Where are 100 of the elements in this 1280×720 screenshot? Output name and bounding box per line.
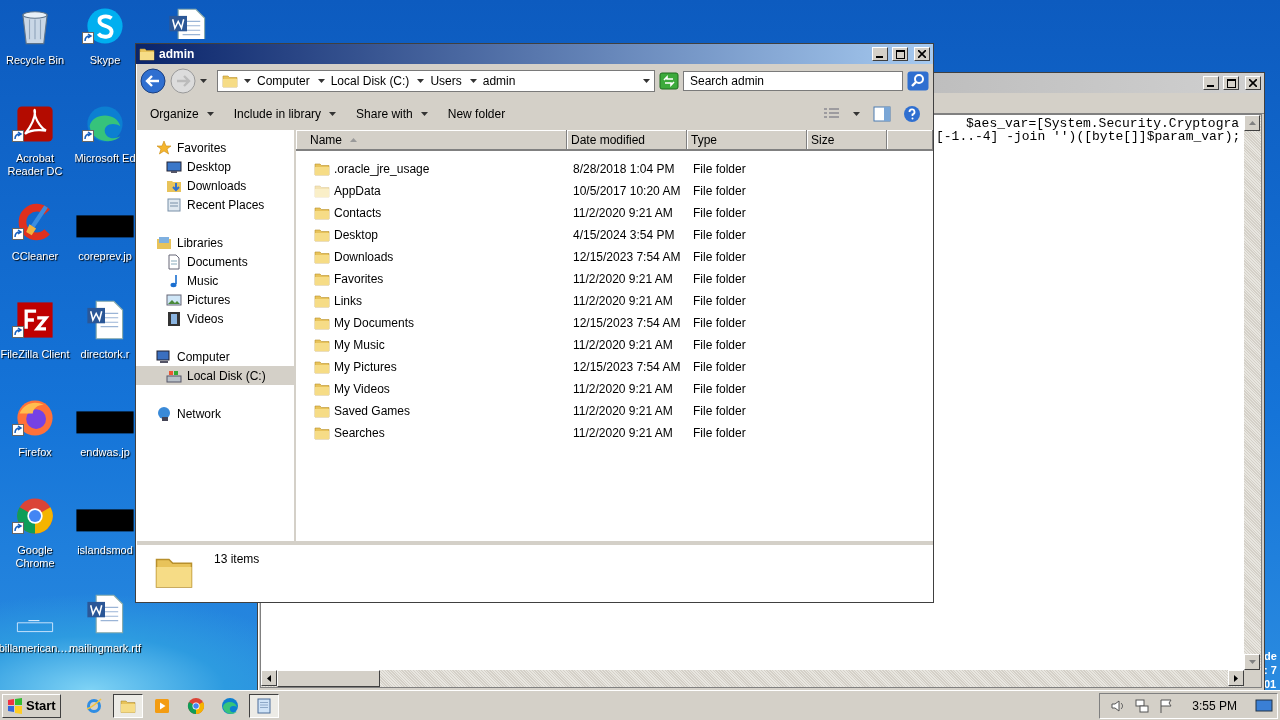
icon-label: directork.r	[80, 348, 130, 361]
close-button[interactable]	[914, 47, 930, 61]
date-cell-text: 4/15/2024 3:54 PM	[572, 228, 676, 242]
file-name[interactable]: Contacts	[334, 206, 382, 220]
date-cell-text: 11/2/2020 9:21 AM	[572, 206, 674, 220]
search-field[interactable]: Search admin	[683, 71, 903, 91]
file-name[interactable]: Desktop	[334, 228, 379, 242]
nav-item[interactable]: Pictures	[136, 290, 294, 309]
maximize-button[interactable]	[1223, 76, 1239, 90]
icon-label: Google Chrome	[14, 544, 56, 570]
scroll-up-button[interactable]	[1244, 115, 1260, 131]
file-name[interactable]: .oracle_jre_usage	[334, 162, 430, 176]
nav-item[interactable]: Documents	[136, 252, 294, 271]
nav-item[interactable]: Videos	[136, 309, 294, 328]
file-name[interactable]: Saved Games	[334, 404, 411, 418]
breadcrumb[interactable]: Users	[415, 74, 464, 88]
nav-item[interactable]: Libraries	[136, 233, 294, 252]
caret-icon	[317, 79, 325, 83]
icon-label: : 7	[1264, 663, 1277, 677]
vertical-scrollbar[interactable]	[1244, 115, 1261, 670]
file-name[interactable]: AppData	[334, 184, 381, 198]
date-cell-text: 8/28/2018 1:04 PM	[572, 162, 676, 176]
type-cell-text: File folder	[692, 250, 747, 264]
nav-item[interactable]: Music	[136, 271, 294, 290]
notepad-taskbar-button[interactable]	[248, 693, 279, 718]
network-icon[interactable]	[1134, 697, 1151, 714]
toolbar-button[interactable]: Share with	[348, 103, 436, 125]
clock[interactable]: 3:55 PM	[1192, 698, 1237, 713]
column-header[interactable]: Name	[296, 130, 567, 151]
show-desktop-icon[interactable]	[1255, 697, 1273, 714]
minimize-button[interactable]	[872, 47, 888, 61]
refresh-button[interactable]	[659, 71, 679, 91]
minimize-button[interactable]	[1203, 76, 1219, 90]
resize-grip[interactable]	[1244, 670, 1261, 687]
icon-label: Firefox	[18, 446, 52, 459]
left-arrow-icon	[267, 674, 271, 682]
back-button[interactable]	[140, 68, 166, 94]
close-button[interactable]	[1245, 76, 1261, 90]
view-options-button[interactable]	[823, 107, 863, 121]
scroll-right-button[interactable]	[1228, 670, 1244, 686]
icon-label: endwas.jp	[80, 446, 130, 459]
address-bar[interactable]: Computer Local Disk (C:) Users admin	[217, 70, 655, 92]
date-cell-text: 11/2/2020 9:21 AM	[572, 382, 674, 396]
scroll-down-button[interactable]	[1244, 654, 1260, 670]
file-name[interactable]: My Music	[334, 338, 385, 352]
file-name[interactable]: My Videos	[334, 382, 390, 396]
column-header[interactable]: Type	[687, 130, 807, 151]
type-cell-text: File folder	[692, 316, 747, 330]
recent-icon	[166, 196, 182, 213]
help-button[interactable]	[903, 105, 921, 123]
caret-icon	[329, 112, 337, 116]
maximize-icon	[1226, 78, 1236, 88]
file-name[interactable]: Downloads	[334, 250, 394, 264]
file-name[interactable]: Favorites	[334, 272, 384, 286]
date-cell-text: 11/2/2020 9:21 AM	[572, 294, 674, 308]
nav-item[interactable]: Local Disk (C:)	[136, 366, 294, 385]
nav-item[interactable]: Downloads	[136, 176, 294, 195]
right-arrow-icon	[1234, 674, 1238, 682]
scroll-thumb[interactable]	[277, 670, 380, 687]
column-header[interactable]: Size	[807, 130, 887, 151]
nav-item[interactable]: Desktop	[136, 157, 294, 176]
horizontal-scrollbar[interactable]	[261, 670, 1244, 687]
type-cell-text: File folder	[692, 426, 747, 440]
explorer-taskbar-button[interactable]	[112, 693, 143, 718]
type-cell-text: File folder	[692, 184, 747, 198]
breadcrumb[interactable]: Local Disk (C:)	[315, 74, 412, 88]
start-button[interactable]: Start	[2, 693, 61, 718]
history-caret-icon	[200, 79, 207, 83]
flag-icon[interactable]	[1158, 697, 1175, 714]
close-icon	[918, 50, 926, 58]
toolbar-button[interactable]: Organize	[142, 103, 222, 125]
toolbar-button[interactable]: New folder	[439, 103, 514, 125]
edge-icon	[219, 695, 240, 716]
breadcrumb[interactable]: admin	[467, 74, 518, 88]
icon-label: Microsoft Ed	[74, 152, 136, 165]
column-header[interactable]: Date modified	[567, 130, 687, 151]
icon-label: FileZilla Client	[0, 348, 70, 361]
file-name[interactable]: Searches	[334, 426, 385, 440]
maximize-icon	[895, 49, 905, 59]
file-name[interactable]: Links	[334, 294, 362, 308]
preview-pane-button[interactable]	[873, 106, 891, 122]
file-name[interactable]: My Documents	[334, 316, 415, 330]
dropdown-caret-icon	[643, 79, 650, 83]
type-cell-text: File folder	[692, 228, 747, 242]
maximize-button[interactable]	[892, 47, 908, 61]
type-cell-text: File folder	[692, 360, 747, 374]
nav-item[interactable]: Computer	[136, 347, 294, 366]
toolbar-button[interactable]: Include in library	[225, 103, 345, 125]
nav-item[interactable]: Network	[136, 404, 294, 423]
type-cell-text: File folder	[692, 338, 747, 352]
nav-item[interactable]: Favorites	[136, 138, 294, 157]
search-button[interactable]	[907, 71, 929, 91]
file-name[interactable]: My Pictures	[334, 360, 397, 374]
network-icon	[156, 405, 172, 422]
breadcrumb[interactable]: Computer	[242, 74, 312, 88]
nav-item[interactable]: Recent Places	[136, 195, 294, 214]
icon-label: islandsmod	[77, 544, 133, 557]
icon-label: Acrobat Reader DC	[6, 152, 64, 178]
computer-icon	[156, 348, 172, 365]
scroll-left-button[interactable]	[261, 670, 277, 686]
